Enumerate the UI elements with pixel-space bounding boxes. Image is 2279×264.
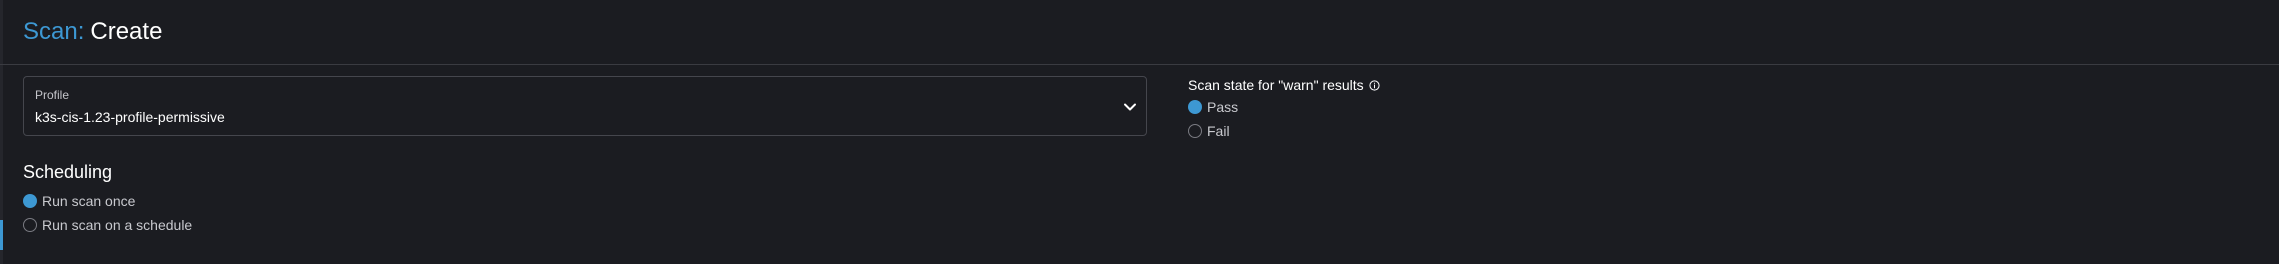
scan-create-page: Scan: Create Profile k3s-cis-1.23-profile… bbox=[0, 0, 2279, 264]
warn-state-option-pass[interactable]: Pass bbox=[1188, 96, 1380, 118]
page-title: Scan: Create bbox=[23, 16, 162, 48]
profile-select[interactable]: Profile k3s-cis-1.23-profile-permissive bbox=[23, 76, 1147, 136]
scheduling-option-once[interactable]: Run scan once bbox=[23, 190, 192, 212]
warn-state-option-label: Pass bbox=[1207, 99, 1239, 115]
radio-unchecked-icon[interactable] bbox=[23, 218, 37, 232]
scheduling-option-label: Run scan once bbox=[42, 193, 136, 209]
left-rail-active-indicator bbox=[0, 220, 3, 250]
chevron-down-icon[interactable] bbox=[1122, 99, 1138, 115]
warn-state-title-text: Scan state for "warn" results bbox=[1188, 77, 1364, 93]
scheduling-section: Scheduling Run scan once Run scan on a s… bbox=[23, 160, 192, 236]
scheduling-option-schedule[interactable]: Run scan on a schedule bbox=[23, 214, 192, 236]
warn-state-option-fail[interactable]: Fail bbox=[1188, 120, 1380, 142]
warn-state-group: Scan state for "warn" results Pass Fail bbox=[1188, 76, 1380, 142]
breadcrumb-scan[interactable]: Scan bbox=[23, 18, 78, 45]
page-title-current: Create bbox=[90, 18, 163, 45]
radio-checked-icon[interactable] bbox=[1188, 100, 1202, 114]
header-divider bbox=[0, 64, 2279, 65]
radio-checked-icon[interactable] bbox=[23, 194, 37, 208]
scheduling-option-label: Run scan on a schedule bbox=[42, 217, 193, 233]
warn-state-option-label: Fail bbox=[1207, 123, 1230, 139]
profile-select-label: Profile bbox=[35, 88, 70, 102]
scheduling-title: Scheduling bbox=[23, 162, 113, 182]
breadcrumb-separator: : bbox=[77, 18, 85, 45]
warn-state-title: Scan state for "warn" results bbox=[1188, 76, 1380, 94]
radio-unchecked-icon[interactable] bbox=[1188, 124, 1202, 138]
info-icon[interactable] bbox=[1369, 79, 1380, 91]
profile-select-value: k3s-cis-1.23-profile-permissive bbox=[35, 109, 225, 125]
